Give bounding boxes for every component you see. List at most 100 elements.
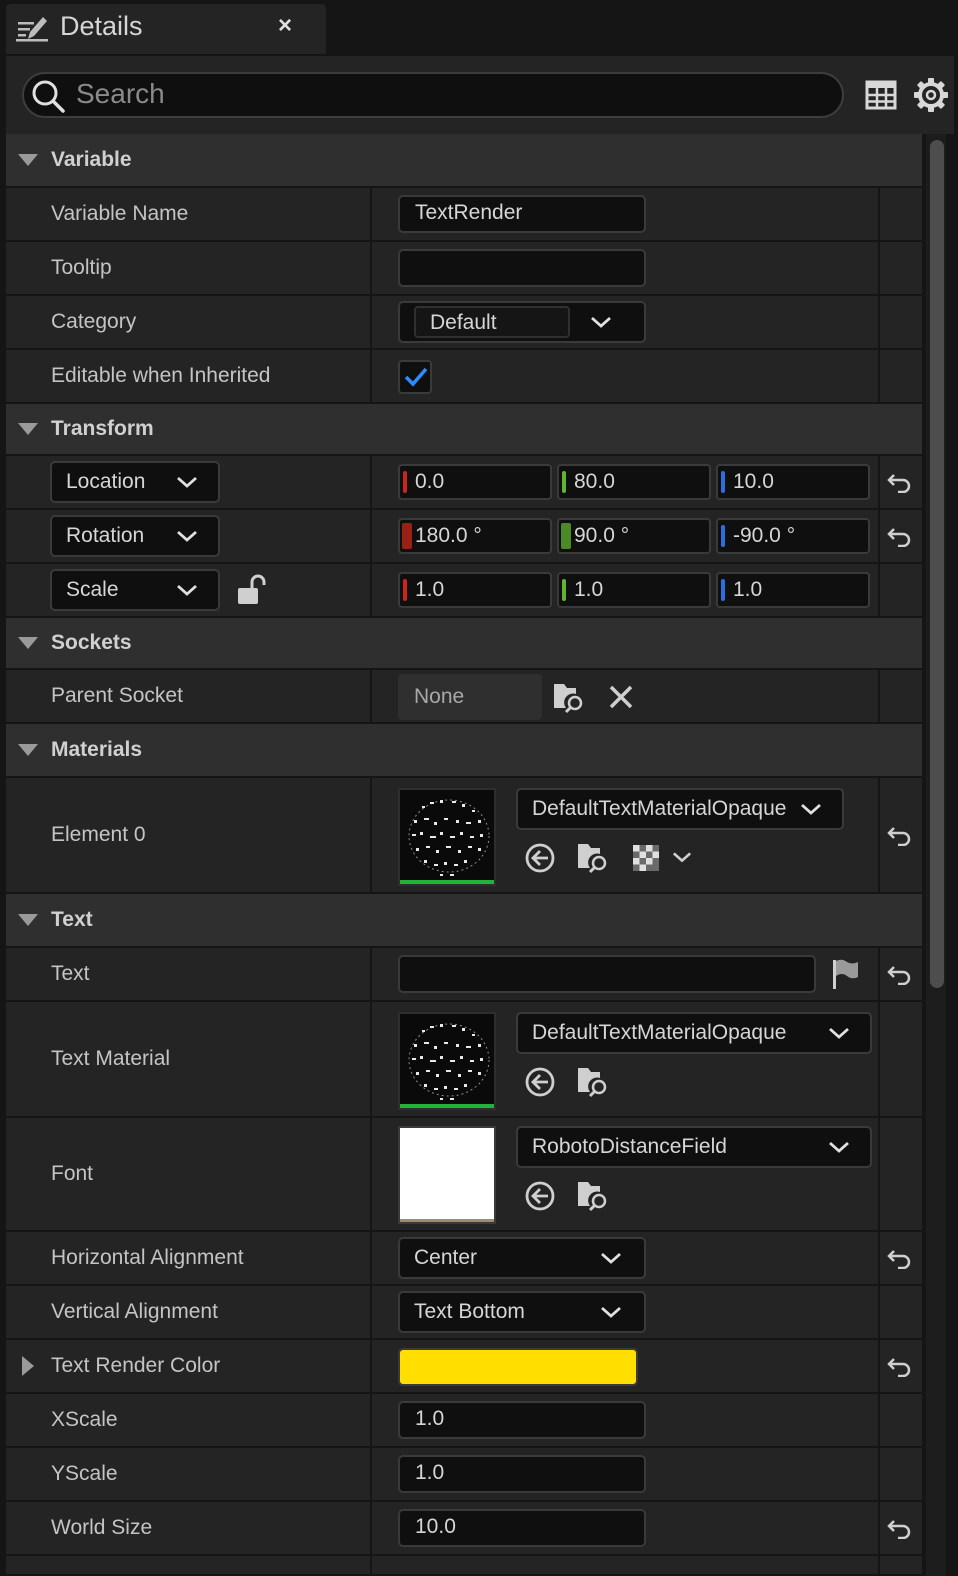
font-value: RobotoDistanceField xyxy=(532,1135,727,1158)
element-0-label: Element 0 xyxy=(51,823,146,846)
rotation-label: Rotation xyxy=(66,524,145,547)
text-material-thumbnail[interactable] xyxy=(398,1012,496,1110)
vertical-alignment-value: Text Bottom xyxy=(414,1300,525,1323)
text-label: Text xyxy=(51,962,90,985)
reset-to-default-icon[interactable] xyxy=(886,471,912,493)
tooltip-field[interactable] xyxy=(398,249,646,287)
material-thumbnail[interactable] xyxy=(398,788,496,886)
rotation-x-field[interactable]: 180.0 ° xyxy=(398,518,552,554)
variable-name-field[interactable]: TextRender xyxy=(398,195,646,233)
reset-to-default-icon[interactable] xyxy=(886,1355,912,1377)
text-material-combo[interactable]: DefaultTextMaterialOpaque xyxy=(516,1012,872,1054)
category-variable[interactable]: Variable xyxy=(6,134,922,188)
chevron-down-icon[interactable] xyxy=(828,1026,850,1040)
category-materials[interactable]: Materials xyxy=(6,724,922,778)
chevron-down-icon[interactable] xyxy=(600,1251,622,1265)
category-label: Transform xyxy=(51,417,154,440)
text-render-color-swatch[interactable] xyxy=(398,1348,638,1386)
chevron-down-icon[interactable] xyxy=(176,475,198,489)
variable-name-label: Variable Name xyxy=(51,202,189,225)
reset-to-default-icon[interactable] xyxy=(886,824,912,846)
search-input[interactable] xyxy=(76,76,816,112)
xscale-label: XScale xyxy=(51,1408,118,1431)
category-label: Text xyxy=(51,908,93,931)
scale-z-field[interactable]: 1.0 xyxy=(716,572,870,608)
font-combo[interactable]: RobotoDistanceField xyxy=(516,1126,872,1168)
scale-label: Scale xyxy=(66,578,119,601)
location-z-field[interactable]: 10.0 xyxy=(716,464,870,500)
row-variable-name: Variable Name TextRender xyxy=(6,188,922,242)
text-field[interactable] xyxy=(398,955,816,993)
use-selected-asset-icon[interactable] xyxy=(524,1180,556,1212)
rotation-combo[interactable]: Rotation xyxy=(50,515,220,557)
material-preview-image xyxy=(408,799,490,876)
expand-arrow-icon[interactable] xyxy=(22,1356,34,1376)
unlock-icon[interactable] xyxy=(236,574,266,606)
collapse-arrow-icon[interactable] xyxy=(18,744,38,756)
browse-asset-icon[interactable] xyxy=(576,1178,610,1212)
category-sockets[interactable]: Sockets xyxy=(6,618,922,670)
row-rotation: Rotation 180.0 ° 90.0 ° -90.0 ° xyxy=(6,510,922,564)
text-material-value: DefaultTextMaterialOpaque xyxy=(532,1021,787,1044)
font-label: Font xyxy=(51,1162,94,1185)
checker-texture-icon[interactable] xyxy=(632,844,660,872)
category-edit-box[interactable]: Default xyxy=(414,306,570,338)
scale-x-field[interactable]: 1.0 xyxy=(398,572,552,608)
location-x-field[interactable]: 0.0 xyxy=(398,464,552,500)
yscale-field[interactable]: 1.0 xyxy=(398,1455,646,1493)
browse-asset-icon[interactable] xyxy=(576,1064,610,1098)
clear-icon[interactable] xyxy=(608,684,634,710)
font-thumbnail[interactable] xyxy=(398,1126,496,1224)
row-yscale: YScale 1.0 xyxy=(6,1448,922,1502)
gear-icon[interactable] xyxy=(912,76,950,114)
collapse-arrow-icon[interactable] xyxy=(18,423,38,435)
reset-to-default-icon[interactable] xyxy=(886,1247,912,1269)
category-combo[interactable]: Default xyxy=(398,301,646,343)
world-size-field[interactable]: 10.0 xyxy=(398,1509,646,1547)
reset-to-default-icon[interactable] xyxy=(886,1517,912,1539)
category-label: Materials xyxy=(51,738,143,761)
reset-to-default-icon[interactable] xyxy=(886,525,912,547)
category-label: Sockets xyxy=(51,631,132,654)
chevron-down-icon[interactable] xyxy=(176,583,198,597)
collapse-arrow-icon[interactable] xyxy=(18,914,38,926)
chevron-down-icon[interactable] xyxy=(672,850,692,864)
xscale-field[interactable]: 1.0 xyxy=(398,1401,646,1439)
horizontal-alignment-combo[interactable]: Center xyxy=(398,1237,646,1279)
scrollbar-thumb[interactable] xyxy=(930,140,944,988)
browse-socket-icon[interactable] xyxy=(552,680,586,714)
chevron-down-icon[interactable] xyxy=(176,529,198,543)
property-matrix-icon[interactable] xyxy=(864,78,898,112)
close-icon[interactable]: × xyxy=(278,12,292,40)
scale-y-field[interactable]: 1.0 xyxy=(557,572,711,608)
chevron-down-icon[interactable] xyxy=(600,1305,622,1319)
vertical-alignment-combo[interactable]: Text Bottom xyxy=(398,1291,646,1333)
scale-combo[interactable]: Scale xyxy=(50,569,220,611)
row-scale: Scale 1.0 1.0 1.0 xyxy=(6,564,922,618)
rotation-z-field[interactable]: -90.0 ° xyxy=(716,518,870,554)
reset-to-default-icon[interactable] xyxy=(886,963,912,985)
text-render-color-label: Text Render Color xyxy=(51,1354,221,1377)
chevron-down-icon[interactable] xyxy=(828,1140,850,1154)
collapse-arrow-icon[interactable] xyxy=(18,154,38,166)
editable-inherited-checkbox[interactable] xyxy=(398,360,432,394)
chevron-down-icon[interactable] xyxy=(800,802,822,816)
browse-asset-icon[interactable] xyxy=(576,840,610,874)
location-combo[interactable]: Location xyxy=(50,461,220,503)
use-selected-asset-icon[interactable] xyxy=(524,842,556,874)
localization-flag-icon[interactable] xyxy=(830,958,862,990)
row-world-size: World Size 10.0 xyxy=(6,1502,922,1556)
location-y-field[interactable]: 80.0 xyxy=(557,464,711,500)
use-selected-asset-icon[interactable] xyxy=(524,1066,556,1098)
rotation-y-field[interactable]: 90.0 ° xyxy=(557,518,711,554)
collapse-arrow-icon[interactable] xyxy=(18,637,38,649)
parent-socket-field[interactable]: None xyxy=(398,674,542,720)
category-text[interactable]: Text xyxy=(6,894,922,948)
tab-title: Details xyxy=(60,11,143,41)
element-0-combo[interactable]: DefaultTextMaterialOpaque xyxy=(516,788,844,830)
category-transform[interactable]: Transform xyxy=(6,404,922,456)
chevron-down-icon[interactable] xyxy=(590,315,612,329)
checkmark-icon xyxy=(404,367,428,387)
editable-inherited-label: Editable when Inherited xyxy=(51,364,271,387)
element-0-value: DefaultTextMaterialOpaque xyxy=(532,797,787,820)
